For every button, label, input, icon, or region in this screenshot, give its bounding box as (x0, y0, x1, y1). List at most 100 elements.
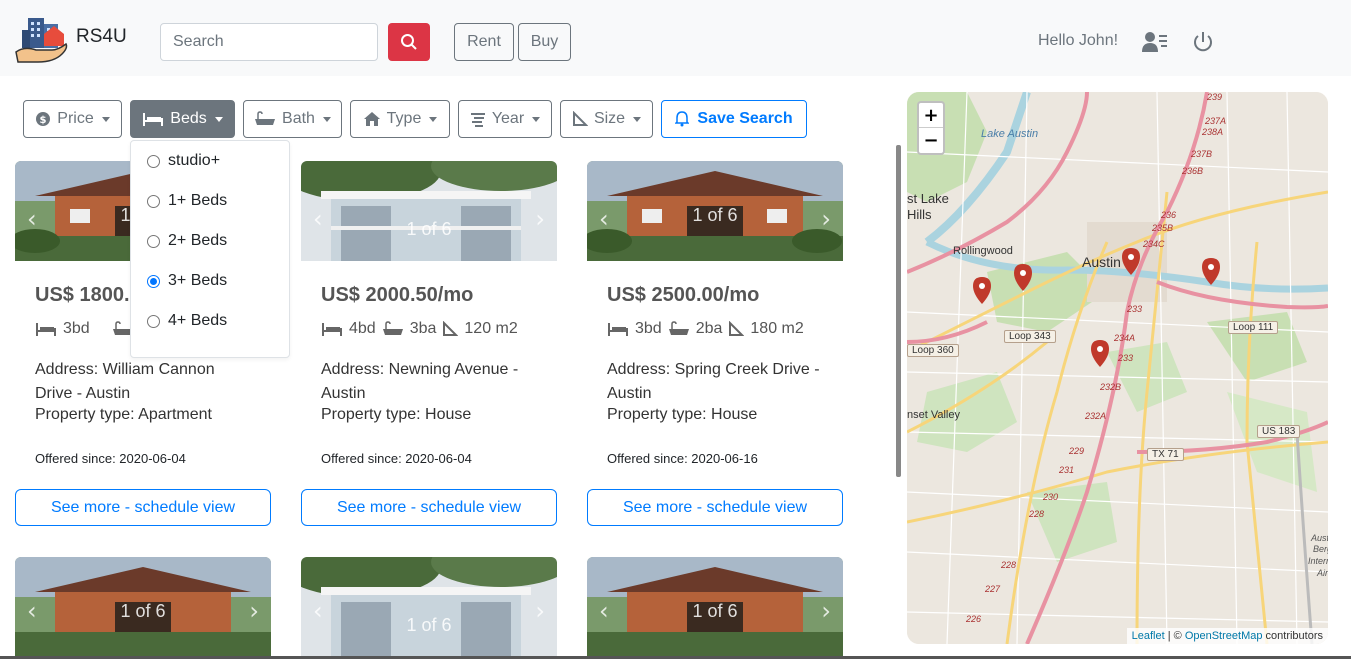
home-icon (363, 112, 380, 126)
radio-button[interactable] (147, 234, 160, 248)
carousel-counter: 1 of 6 (406, 615, 452, 635)
beds-option-label: 3+ Beds (168, 272, 228, 289)
listing-baths: 3ba (409, 320, 437, 337)
map-label: 227 (985, 584, 1001, 594)
map-label: 231 (1059, 465, 1075, 475)
save-search-button[interactable]: Save Search (661, 100, 807, 138)
radio-button[interactable] (147, 194, 160, 208)
zoom-out-button[interactable]: − (919, 128, 943, 153)
listing-size: 180 m2 (750, 320, 804, 337)
map-attribution: Leaflet | © OpenStreetMap contributors (1126, 628, 1328, 644)
year-filter-label: Year (491, 110, 525, 127)
radio-button[interactable] (147, 154, 160, 168)
road-shield: Loop 111 (1228, 321, 1279, 334)
map-label: 232B (1100, 382, 1122, 392)
openstreetmap-link[interactable]: OpenStreetMap (1185, 630, 1263, 642)
listing-offered-date: Offered since: 2020-06-04 (35, 451, 186, 466)
logo-icon[interactable] (14, 12, 70, 64)
house-photo (301, 161, 557, 261)
listing-beds: 3bd (63, 320, 90, 337)
type-filter-button[interactable]: Type (350, 100, 450, 138)
beds-filter-button[interactable]: Beds (130, 100, 235, 138)
see-more-button[interactable]: See more - schedule view (15, 489, 271, 526)
map-zoom-control: + − (917, 101, 945, 155)
ruler-triangle-icon (729, 321, 745, 336)
listing-offered-date: Offered since: 2020-06-16 (607, 451, 758, 466)
beds-option-2[interactable]: 2+ Beds (147, 232, 227, 250)
map-label: 236 (1161, 210, 1177, 220)
map-label: 234A (1114, 333, 1136, 343)
map-label: Berg (1313, 544, 1328, 554)
map-view[interactable]: Lake Austin st Lake Hills Rollingwood Au… (907, 92, 1328, 644)
bathtub-icon (255, 111, 276, 125)
listings-scrollbar[interactable] (896, 145, 901, 477)
listing-address: Address: Spring Creek Drive - Austin (607, 361, 820, 402)
brand-name[interactable]: RS4U (76, 26, 127, 48)
radio-button-selected[interactable] (147, 274, 160, 288)
carousel-counter: 1 of 6 (692, 601, 738, 621)
beds-option-4[interactable]: 4+ Beds (147, 312, 227, 330)
map-label: 236B (1182, 166, 1204, 176)
listing-photo[interactable]: ‹ › 1 of 6 (587, 557, 843, 657)
bath-filter-button[interactable]: Bath (243, 100, 342, 138)
size-filter-button[interactable]: Size (560, 100, 653, 138)
see-more-button[interactable]: See more - schedule view (301, 489, 557, 526)
listing-price: US$ 2500.00/mo (607, 284, 760, 306)
rent-button[interactable]: Rent (454, 23, 514, 61)
svg-text:$: $ (40, 115, 47, 126)
search-button[interactable] (388, 23, 430, 61)
price-filter-button[interactable]: $ Price (23, 100, 122, 138)
power-icon[interactable] (1190, 30, 1216, 54)
type-filter-label: Type (386, 110, 422, 127)
map-label: 233 (1118, 353, 1134, 363)
listing-address: Address: William Cannon Drive - Austin (35, 361, 215, 402)
listing-photo[interactable]: ‹ › 1 of 6 (15, 557, 271, 657)
year-filter-button[interactable]: Year (458, 100, 552, 138)
map-label: 232A (1085, 411, 1107, 421)
listing-address: Address: Newning Avenue - Austin (321, 361, 519, 402)
map-label: 237B (1191, 149, 1213, 159)
listing-card: ‹ › 1 of 6 (587, 557, 843, 657)
map-label: 228 (1029, 509, 1045, 519)
map-label: 238A (1202, 127, 1224, 137)
beds-option-label: studio+ (168, 152, 221, 169)
listing-card: ‹ › 1 of 6 (301, 557, 557, 657)
attribution-separator: | © (1164, 630, 1185, 642)
bell-icon (675, 111, 690, 127)
map-label: st Lake (907, 191, 949, 206)
bathtub-icon (382, 321, 403, 335)
search-icon (401, 34, 417, 50)
radio-button[interactable] (147, 314, 160, 328)
listing-photo[interactable]: ‹ › 1 of 6 (301, 557, 557, 657)
user-profile-icon[interactable] (1142, 30, 1168, 54)
bathtub-icon (668, 321, 689, 335)
listing-card: ‹ › 1 of 6 (15, 557, 271, 657)
beds-option-studio[interactable]: studio+ (147, 152, 220, 170)
beds-option-1[interactable]: 1+ Beds (147, 192, 227, 210)
ruler-triangle-icon (572, 111, 588, 126)
listing-photo[interactable]: ‹ › 1 of 6 (587, 161, 843, 261)
map-label: 235B (1152, 223, 1174, 233)
map-label: 226 (966, 614, 982, 624)
beds-option-3[interactable]: 3+ Beds (147, 272, 227, 290)
bed-icon (322, 323, 342, 336)
map-label: Austin (1082, 254, 1121, 270)
listing-property-type: Property type: House (321, 406, 472, 423)
see-more-button[interactable]: See more - schedule view (587, 489, 843, 526)
search-input[interactable] (160, 23, 378, 61)
listing-specs: 4bd 3ba 120 m2 (321, 320, 518, 338)
beds-option-label: 4+ Beds (168, 312, 228, 329)
road-shield: Loop 343 (1004, 330, 1056, 343)
zoom-in-button[interactable]: + (919, 103, 943, 128)
house-photo (301, 557, 557, 657)
buy-button[interactable]: Buy (518, 23, 571, 61)
leaflet-link[interactable]: Leaflet (1132, 630, 1165, 642)
calendar-icon (470, 113, 485, 127)
map-label: Air (1317, 568, 1328, 578)
map-label: 229 (1069, 446, 1085, 456)
bed-icon (143, 113, 164, 126)
map-label: Lake Austin (981, 128, 1039, 140)
map-label: 239 (1207, 92, 1223, 102)
user-greeting: Hello John! (1038, 32, 1119, 49)
listing-photo[interactable]: ‹ › 1 of 6 (301, 161, 557, 261)
